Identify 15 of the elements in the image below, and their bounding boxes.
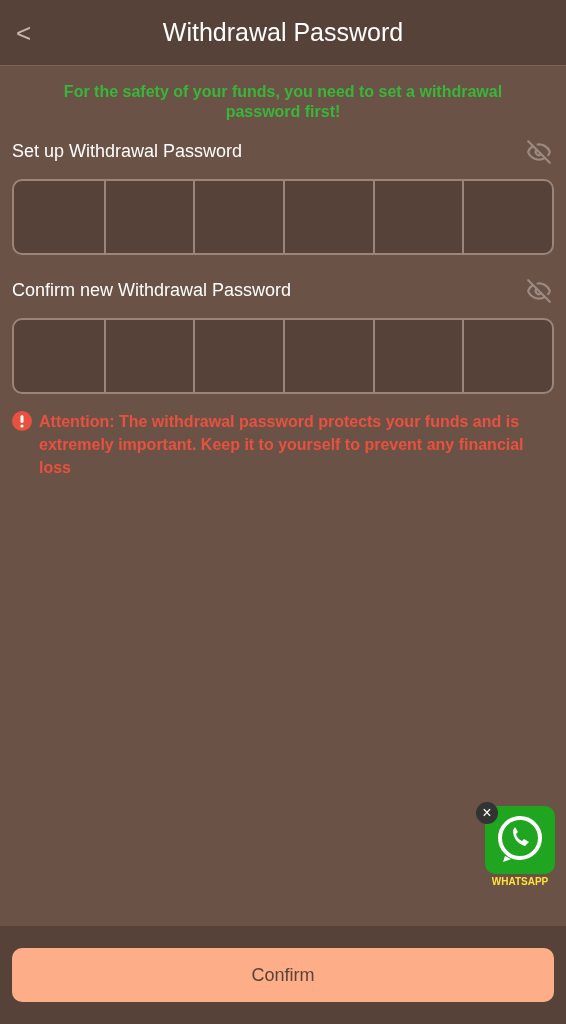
alert-icon	[12, 411, 32, 431]
badge-label: WHATSAPP	[491, 877, 549, 887]
eye-off-icon[interactable]	[526, 138, 552, 165]
close-button[interactable]: ×	[476, 802, 498, 824]
confirm-button[interactable]: Confirm	[12, 948, 554, 1002]
warning-text: Attention: The withdrawal password protects your funds and is extremely important. Keep it to yourself to prevent any financial loss	[39, 412, 525, 478]
field-label: Set up Withdrawal Password	[12, 140, 243, 163]
eye-off-icon[interactable]	[526, 277, 552, 304]
chat-logo-icon[interactable]	[483, 804, 557, 876]
field-label: Confirm new Withdrawal Password	[12, 279, 292, 302]
password-input[interactable]	[12, 179, 554, 255]
back-button[interactable]: <	[12, 19, 36, 46]
notice-text: For the safety of your funds, you need to set a withdrawal password first!	[62, 82, 504, 122]
page-title: Withdrawal Password	[162, 16, 404, 48]
password-input[interactable]	[12, 318, 554, 394]
